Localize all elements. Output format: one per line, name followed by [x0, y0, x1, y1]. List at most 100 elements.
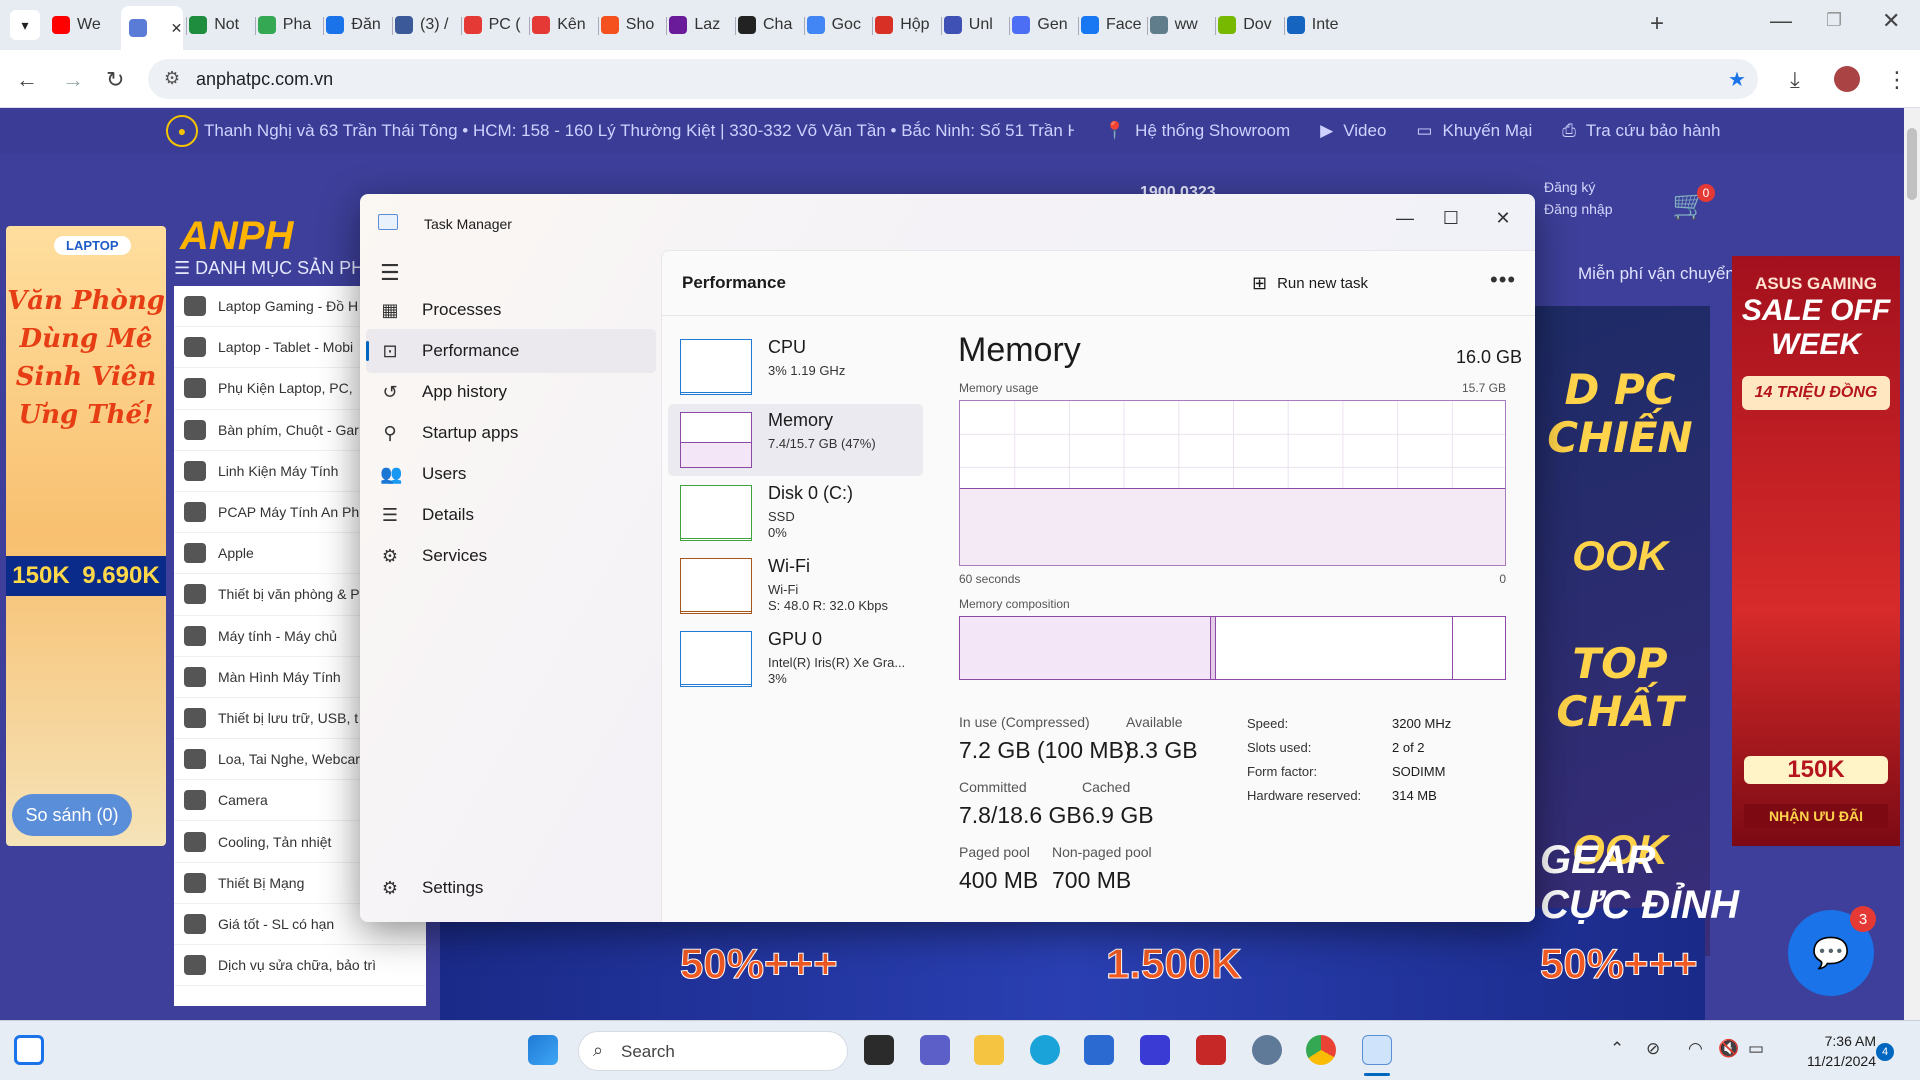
- category-item[interactable]: Dịch vụ sửa chữa, bảo trì: [174, 945, 426, 987]
- tab-label: We: [77, 16, 101, 33]
- meet-icon[interactable]: [920, 1035, 950, 1065]
- bottom-banner[interactable]: 50%+++ 1.500K 50%+++: [440, 908, 1705, 1020]
- address-bar[interactable]: ⚙ anphatpc.com.vn ★: [148, 59, 1758, 99]
- auth-links[interactable]: Đăng ký Đăng nhập: [1544, 176, 1613, 220]
- tab-close-icon[interactable]: ✕: [171, 20, 183, 37]
- nav-startup-apps[interactable]: ⚲ Startup apps: [366, 411, 656, 455]
- chevron-up-icon[interactable]: ⌃: [1610, 1039, 1624, 1059]
- tab-favicon-icon: [875, 16, 894, 34]
- browser-tab[interactable]: We: [52, 10, 115, 40]
- minimize-browser-button[interactable]: —: [1770, 8, 1792, 34]
- file-explorer-icon[interactable]: [974, 1035, 1004, 1065]
- network-off-icon[interactable]: ⊘: [1646, 1039, 1660, 1059]
- minimize-button[interactable]: —: [1382, 202, 1428, 234]
- bookmark-star-icon[interactable]: ★: [1728, 67, 1746, 92]
- profile-avatar[interactable]: [1834, 66, 1860, 92]
- browser-tab[interactable]: Goc: [806, 10, 870, 40]
- close-browser-button[interactable]: ✕: [1882, 8, 1900, 34]
- antivirus-icon[interactable]: [1196, 1035, 1226, 1065]
- nav-performance[interactable]: ⊡ Performance: [366, 329, 656, 373]
- category-menu-header[interactable]: ☰ DANH MỤC SẢN PH: [174, 258, 364, 279]
- browser-tab[interactable]: Hộp: [875, 10, 938, 40]
- url-text: anphatpc.com.vn: [196, 69, 334, 89]
- run-new-task-button[interactable]: ⊞ Run new task: [1252, 267, 1368, 299]
- page-scrollbar[interactable]: [1904, 108, 1920, 1020]
- browser-tab[interactable]: Sho: [600, 10, 664, 40]
- hamburger-menu-icon[interactable]: ☰: [380, 260, 400, 286]
- nav-users[interactable]: 👥 Users: [366, 452, 656, 496]
- start-icon[interactable]: [528, 1035, 558, 1065]
- compare-button[interactable]: So sánh (0): [12, 794, 132, 836]
- device-name: Disk 0 (C:): [768, 483, 853, 503]
- nav-settings[interactable]: ⚙ Settings: [366, 866, 656, 910]
- clock[interactable]: 7:36 AM 11/21/2024: [1786, 1031, 1876, 1071]
- browser-tab[interactable]: Unl: [943, 10, 1007, 40]
- nav-app-history[interactable]: ↺ App history: [366, 370, 656, 414]
- browser-tab[interactable]: Dov: [1218, 10, 1281, 40]
- browser-menu-icon[interactable]: ⋮: [1886, 67, 1908, 93]
- widgets-icon[interactable]: [14, 1035, 44, 1065]
- restore-browser-button[interactable]: ❐: [1826, 10, 1842, 31]
- nav-label: Users: [422, 464, 467, 483]
- edge-icon[interactable]: [1030, 1035, 1060, 1065]
- browser-tab[interactable]: Cha: [738, 10, 801, 40]
- warranty-link[interactable]: ⎙ Tra cứu bảo hành: [1562, 121, 1720, 141]
- close-button[interactable]: ✕: [1480, 202, 1526, 234]
- nav-services[interactable]: ⚙ Services: [366, 534, 656, 578]
- task-view-icon[interactable]: [864, 1035, 894, 1065]
- forward-icon[interactable]: →: [62, 67, 84, 93]
- browser-tab[interactable]: ✕: [120, 6, 184, 50]
- nonpaged-pool-value: 700 MB: [1052, 867, 1132, 893]
- task-manager-taskbar-icon[interactable]: [1362, 1035, 1392, 1065]
- asus-banner[interactable]: ASUS GAMING SALE OFF WEEK 14 TRIỆU ĐỒNG …: [1732, 256, 1900, 846]
- device-cpu[interactable]: CPU 3% 1.19 GHz: [668, 331, 923, 403]
- nav-label: Processes: [422, 300, 502, 319]
- site-info-icon[interactable]: ⚙: [164, 68, 180, 89]
- scrollbar-thumb[interactable]: [1907, 128, 1917, 200]
- browser-tab[interactable]: Inte: [1286, 10, 1350, 40]
- tab-label: Unl: [968, 16, 993, 33]
- wifi-icon[interactable]: ◠: [1688, 1039, 1703, 1059]
- taskbar-search[interactable]: ⌕ Search: [578, 1031, 848, 1071]
- browser-tab[interactable]: Đăn: [326, 10, 389, 40]
- back-icon[interactable]: ←: [16, 67, 38, 93]
- store-icon[interactable]: [1084, 1035, 1114, 1065]
- maximize-button[interactable]: ☐: [1428, 202, 1474, 234]
- tab-separator: [1078, 17, 1079, 35]
- tab-search-button[interactable]: ▾: [10, 10, 40, 40]
- new-tab-button[interactable]: +: [1650, 10, 1664, 38]
- browser-tab[interactable]: Laz: [669, 10, 732, 40]
- video-link[interactable]: ▶ Video: [1320, 121, 1386, 141]
- device-memory[interactable]: Memory 7.4/15.7 GB (47%): [668, 404, 923, 476]
- tab-favicon-icon: [943, 16, 962, 34]
- site-logo[interactable]: ANPH: [180, 214, 293, 259]
- category-icon: [184, 913, 206, 934]
- reload-icon[interactable]: ↻: [106, 67, 124, 93]
- gear-promo[interactable]: GEAR CỰC ĐỈNH: [1540, 838, 1739, 928]
- chrome-icon[interactable]: [1306, 1035, 1336, 1065]
- nav-details[interactable]: ☰ Details: [366, 493, 656, 537]
- volume-mute-icon[interactable]: 🔇: [1718, 1039, 1739, 1059]
- browser-tab[interactable]: Kên: [532, 10, 595, 40]
- battery-icon[interactable]: ▭: [1748, 1039, 1764, 1059]
- settings-app-icon[interactable]: [1252, 1035, 1282, 1065]
- showroom-link[interactable]: 📍 Hệ thống Showroom: [1104, 121, 1290, 141]
- device-disk-0-c[interactable]: Disk 0 (C:) SSD 0%: [668, 477, 923, 549]
- device-gpu-0[interactable]: GPU 0 Intel(R) Iris(R) Xe Gra... 3%: [668, 623, 923, 695]
- browser-tab[interactable]: (3) /: [395, 10, 458, 40]
- browser-tab[interactable]: Gen: [1012, 10, 1075, 40]
- browser-tab[interactable]: Face: [1081, 10, 1144, 40]
- notification-badge[interactable]: 4: [1876, 1043, 1894, 1061]
- nav-processes[interactable]: ▦ Processes: [366, 288, 656, 332]
- browser-tab[interactable]: Not: [189, 10, 252, 40]
- download-icon[interactable]: ⤓: [1790, 67, 1800, 93]
- left-banner[interactable]: LAPTOP Văn Phòng Dùng Mê Sinh Viên Ưng T…: [6, 226, 166, 846]
- browser-tab[interactable]: Pha: [257, 10, 321, 40]
- promo-link[interactable]: ▭ Khuyến Mại: [1416, 121, 1532, 141]
- memory-usage-graph: [959, 400, 1506, 566]
- chat-icon: 💬: [1812, 936, 1850, 970]
- app-icon[interactable]: [1140, 1035, 1170, 1065]
- browser-tab[interactable]: PC (: [463, 10, 527, 40]
- browser-tab[interactable]: ww: [1149, 10, 1213, 40]
- more-options-icon[interactable]: •••: [1490, 267, 1516, 293]
